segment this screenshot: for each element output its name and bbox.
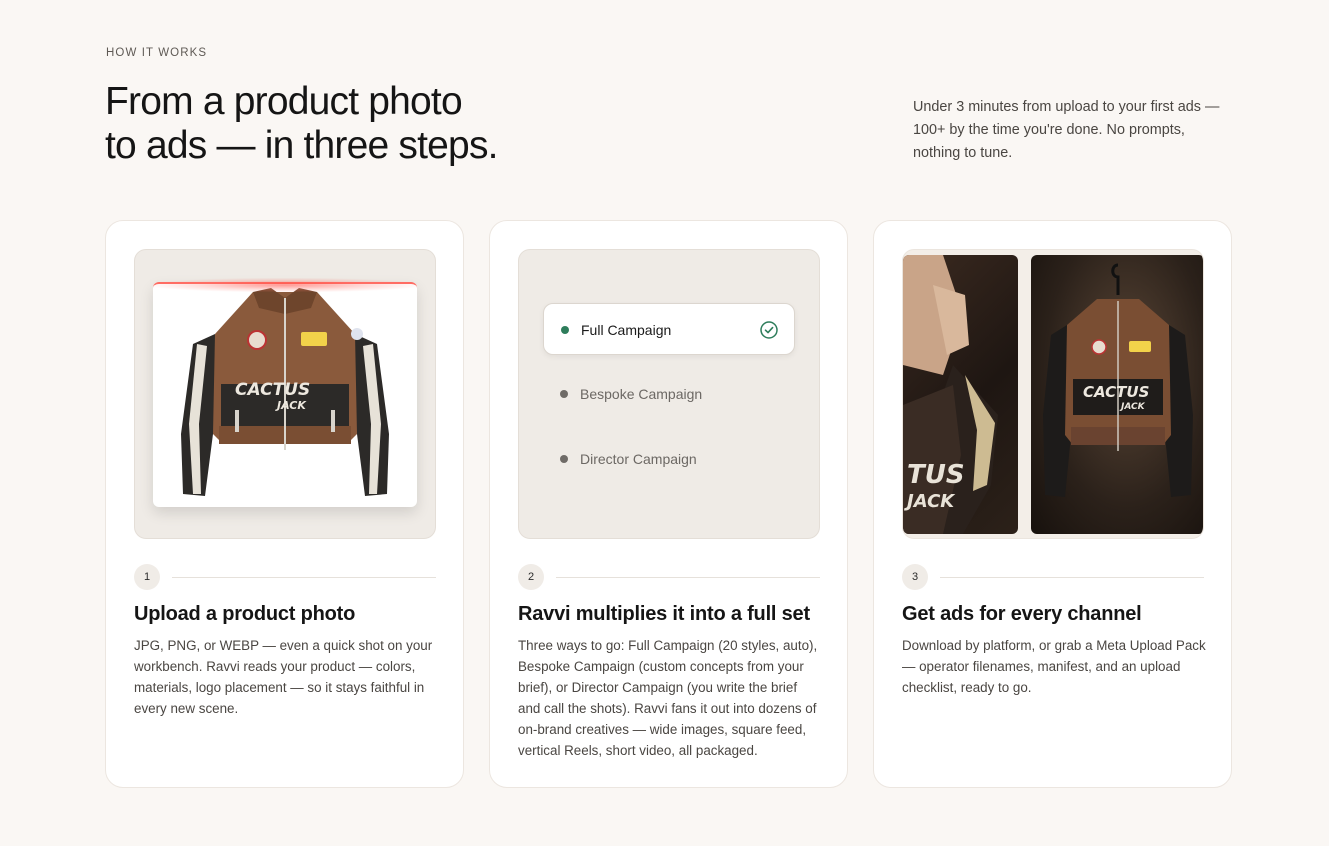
jacket-text-cactus: CACTUS xyxy=(1083,383,1149,401)
headline-line-1: From a product photo xyxy=(105,80,463,123)
step-number: 3 xyxy=(902,564,928,590)
ad-image-closeup: TUS JACK xyxy=(903,255,1018,534)
crop-text-tus: TUS xyxy=(907,460,965,490)
step-number: 2 xyxy=(518,564,544,590)
step-card-multiply: Full Campaign Bespoke Campaign Director … xyxy=(489,220,848,788)
step-indicator: 1 xyxy=(134,564,436,590)
ads-output-visual: TUS JACK CACTUS JACK xyxy=(902,249,1204,539)
jacket-text-cactus: CACTUS xyxy=(235,380,310,400)
dot-icon xyxy=(560,455,568,463)
step-card-upload: CACTUS JACK 1 Upload a product photo JPG… xyxy=(105,220,464,788)
section-subcopy: Under 3 minutes from upload to your firs… xyxy=(913,99,1220,161)
check-circle-icon xyxy=(760,321,778,339)
step-description: JPG, PNG, or WEBP — even a quick shot on… xyxy=(134,638,433,716)
step-divider xyxy=(556,577,820,578)
option-label: Director Campaign xyxy=(580,451,697,467)
step-title: Ravvi multiplies it into a full set xyxy=(518,603,810,625)
option-label: Bespoke Campaign xyxy=(580,386,703,402)
scan-line xyxy=(153,278,417,292)
jacket-illustration: CACTUS JACK xyxy=(181,288,389,496)
step-divider xyxy=(172,577,436,578)
step-title: Upload a product photo xyxy=(134,603,356,625)
step-divider xyxy=(940,577,1204,578)
step-title: Get ads for every channel xyxy=(902,603,1142,625)
crop-text-jack: JACK xyxy=(904,491,956,512)
ad-image-hanging-jacket: CACTUS JACK xyxy=(1031,255,1203,534)
dot-icon xyxy=(560,390,568,398)
step-indicator: 2 xyxy=(518,564,820,590)
dot-icon xyxy=(561,326,569,334)
campaign-options-visual: Full Campaign Bespoke Campaign Director … xyxy=(518,249,820,539)
step-card-channels: TUS JACK CACTUS JACK 3 Get ads for every… xyxy=(873,220,1232,788)
step-description: Three ways to go: Full Campaign (20 styl… xyxy=(518,638,818,758)
option-full-campaign[interactable]: Full Campaign xyxy=(543,303,795,355)
option-label: Full Campaign xyxy=(581,322,672,338)
jacket-text-jack: JACK xyxy=(1119,402,1146,412)
section-eyebrow: HOW IT WORKS xyxy=(106,47,208,59)
jacket-text-jack: JACK xyxy=(275,399,307,412)
headline-line-2: to ads — in three steps. xyxy=(105,124,498,167)
step-indicator: 3 xyxy=(902,564,1204,590)
option-bespoke-campaign[interactable]: Bespoke Campaign xyxy=(543,368,795,420)
product-photo: CACTUS JACK xyxy=(153,282,417,507)
step-description: Download by platform, or grab a Meta Upl… xyxy=(902,638,1206,695)
option-director-campaign[interactable]: Director Campaign xyxy=(543,433,795,485)
section-headline: From a product photo to ads — in three s… xyxy=(105,80,565,168)
hanging-jacket-illustration: CACTUS JACK xyxy=(1043,263,1193,497)
upload-visual: CACTUS JACK xyxy=(134,249,436,539)
closeup-illustration: TUS JACK xyxy=(903,255,998,534)
step-number: 1 xyxy=(134,564,160,590)
